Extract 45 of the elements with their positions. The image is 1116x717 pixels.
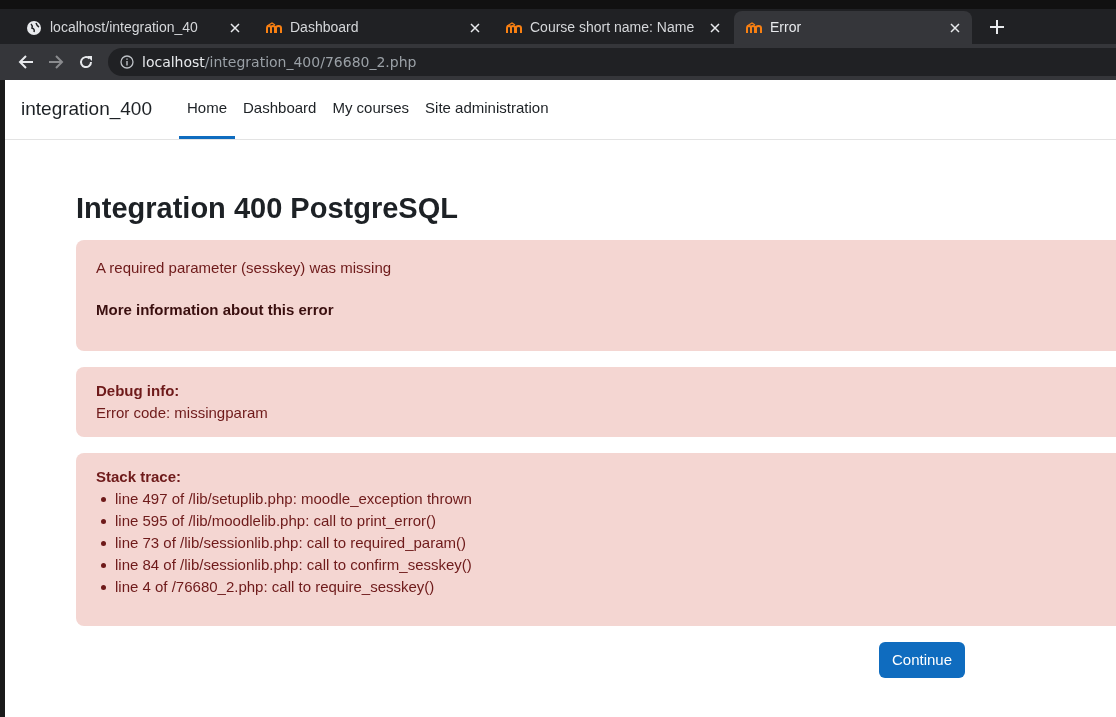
error-message: A required parameter (sesskey) was missing (96, 258, 393, 278)
stack-line: line 73 of /lib/sessionlib.php: call to required_param() (115, 533, 467, 553)
url-text: localhost/integration_400/76680_2.php (142, 52, 417, 72)
address-bar[interactable]: localhost/integration_400/76680_2.php (108, 48, 1116, 76)
debug-title: Debug info: (96, 381, 181, 401)
close-icon[interactable] (710, 22, 720, 33)
close-icon[interactable] (470, 22, 480, 33)
stack-title: Stack trace: (96, 467, 183, 487)
browser-tab[interactable]: Error (734, 11, 972, 44)
nav-link[interactable]: Home (179, 80, 235, 139)
more-info-link[interactable]: More information about this error (96, 298, 1096, 321)
logo-icon (746, 21, 762, 34)
browser-tab[interactable]: Course short name: Name (494, 11, 732, 44)
nav-link[interactable]: Site administration (417, 80, 557, 139)
reload-icon[interactable] (78, 54, 94, 70)
browser-tab[interactable]: Dashboard (254, 11, 492, 44)
new-tab-icon[interactable] (990, 20, 1004, 34)
browser-tab[interactable]: localhost/integration_40 (14, 11, 252, 44)
tab-title: localhost/integration_40 (50, 18, 199, 37)
stack-line: line 4 of /76680_2.php: call to require_sesskey() (115, 577, 435, 597)
tab-title: Error (770, 18, 803, 37)
page-heading: Integration 400 PostgreSQL (76, 191, 459, 226)
bullet-icon (101, 562, 106, 568)
forward-icon[interactable] (48, 54, 64, 70)
nav-link[interactable]: My courses (324, 80, 418, 139)
logo-icon (506, 21, 522, 34)
continue-button[interactable]: Continue (879, 642, 966, 678)
debug-text: Error code: missingparam (96, 403, 269, 423)
bullet-icon (101, 518, 106, 524)
tab-title: Course short name: Name (530, 18, 696, 37)
stack-line: line 497 of /lib/setuplib.php: moodle_exception thrown (115, 489, 472, 509)
nav-link[interactable]: Dashboard (235, 80, 325, 139)
stack-line: line 595 of /lib/moodlelib.php: call to print_error() (115, 511, 436, 531)
back-icon[interactable] (18, 54, 34, 70)
info-icon (120, 55, 134, 69)
site-name[interactable]: integration_400 (21, 95, 152, 124)
tab-title: Dashboard (290, 18, 360, 37)
bullet-icon (101, 540, 106, 546)
bullet-icon (101, 496, 106, 502)
close-icon[interactable] (950, 22, 960, 33)
stack-line: line 84 of /lib/sessionlib.php: call to confirm_sesskey() (115, 555, 472, 575)
close-icon[interactable] (230, 22, 240, 33)
bullet-icon (101, 584, 106, 590)
logo-icon (266, 21, 282, 34)
globe-icon (26, 19, 42, 36)
